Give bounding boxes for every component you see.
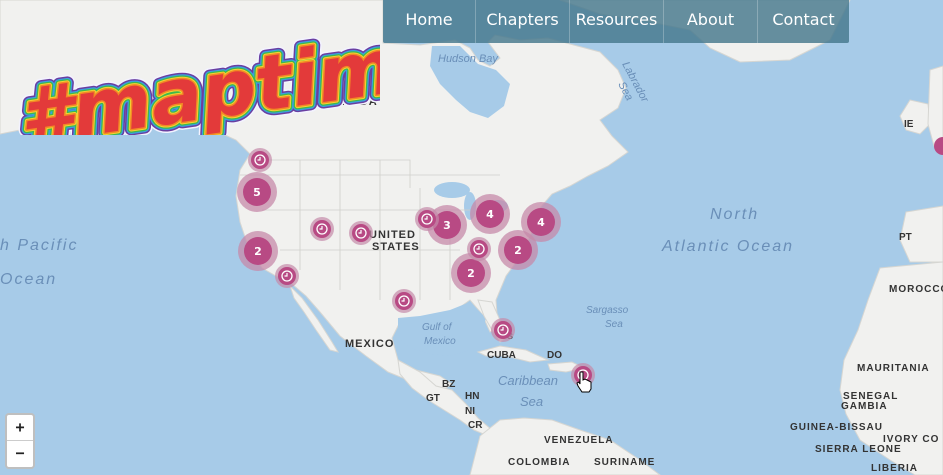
- label-ivory-coast: IVORY CO: [883, 434, 939, 445]
- label-cuba: CUBA: [487, 350, 516, 361]
- label-mauritania: MAURITANIA: [857, 363, 930, 374]
- nav-resources[interactable]: Resources: [570, 0, 664, 43]
- label-pacific-ocean: Ocean: [0, 271, 57, 288]
- label-gulf-of: Gulf of: [422, 322, 453, 333]
- label-caribbean-sea: Sea: [520, 394, 543, 409]
- top-navigation: Home Chapters Resources About Contact: [383, 0, 849, 43]
- label-guinea-bissau: GUINEA-BISSAU: [790, 422, 883, 433]
- label-gt: GT: [426, 393, 440, 404]
- cluster-count: 2: [514, 244, 522, 257]
- cluster-count: 2: [254, 245, 262, 258]
- label-gambia: GAMBIA: [841, 401, 888, 412]
- cluster-count: 3: [443, 219, 451, 232]
- cluster-count: 2: [467, 267, 475, 280]
- label-states: STATES: [372, 241, 420, 253]
- clock-marker[interactable]: [467, 237, 491, 261]
- label-atlantic-ocean: Atlantic Ocean: [661, 238, 794, 255]
- label-united: UNITED: [369, 229, 416, 241]
- zoom-in-button[interactable]: +: [7, 415, 33, 441]
- cluster-pacific-northwest[interactable]: 5: [237, 172, 277, 212]
- nav-about[interactable]: About: [664, 0, 758, 43]
- clock-marker[interactable]: [349, 221, 373, 245]
- clock-marker[interactable]: [415, 207, 439, 231]
- label-cr: CR: [468, 420, 483, 431]
- label-sargasso: Sargasso: [586, 305, 629, 316]
- label-liberia: LIBERIA: [871, 463, 918, 474]
- label-ie: IE: [904, 119, 914, 130]
- label-ni: NI: [465, 406, 475, 417]
- label-north: North: [710, 206, 759, 223]
- logo-text: #maptime!: [14, 9, 380, 135]
- clock-marker[interactable]: [248, 148, 272, 172]
- cluster-count: 4: [537, 216, 545, 229]
- zoom-control: + −: [5, 413, 35, 469]
- cluster-carolinas[interactable]: 2: [498, 230, 538, 270]
- label-venezuela: VENEZUELA: [544, 435, 614, 446]
- cluster-count: 5: [253, 186, 261, 199]
- label-do: DO: [547, 350, 562, 361]
- label-pt: PT: [899, 232, 912, 243]
- label-pacific: h Pacific: [0, 237, 78, 254]
- label-hudson-bay: Hudson Bay: [438, 53, 499, 65]
- label-sierra-leone: SIERRA LEONE: [815, 444, 902, 455]
- clock-marker[interactable]: [491, 318, 515, 342]
- label-morocco: MOROCCO: [889, 284, 943, 295]
- label-hn: HN: [465, 391, 479, 402]
- label-colombia: COLOMBIA: [508, 457, 570, 468]
- clock-marker[interactable]: [275, 264, 299, 288]
- nav-contact[interactable]: Contact: [758, 0, 849, 43]
- label-suriname: SURINAME: [594, 457, 655, 468]
- nav-home[interactable]: Home: [383, 0, 476, 43]
- nav-chapters[interactable]: Chapters: [476, 0, 570, 43]
- cluster-great-lakes[interactable]: 4: [470, 194, 510, 234]
- maptime-logo[interactable]: #maptime! #maptime! #maptime! #maptime! …: [2, 0, 380, 135]
- clock-marker[interactable]: [392, 289, 416, 313]
- label-sargasso-sea: Sea: [605, 319, 623, 330]
- label-gulf-mexico: Mexico: [424, 336, 456, 347]
- label-caribbean: Caribbean: [498, 373, 558, 388]
- lake-superior: [434, 182, 470, 198]
- label-bz: BZ: [442, 379, 455, 390]
- zoom-out-button[interactable]: −: [7, 441, 33, 466]
- clock-marker[interactable]: [310, 217, 334, 241]
- cluster-count: 4: [486, 208, 494, 221]
- label-mexico: MEXICO: [345, 338, 394, 350]
- cluster-california[interactable]: 2: [238, 231, 278, 271]
